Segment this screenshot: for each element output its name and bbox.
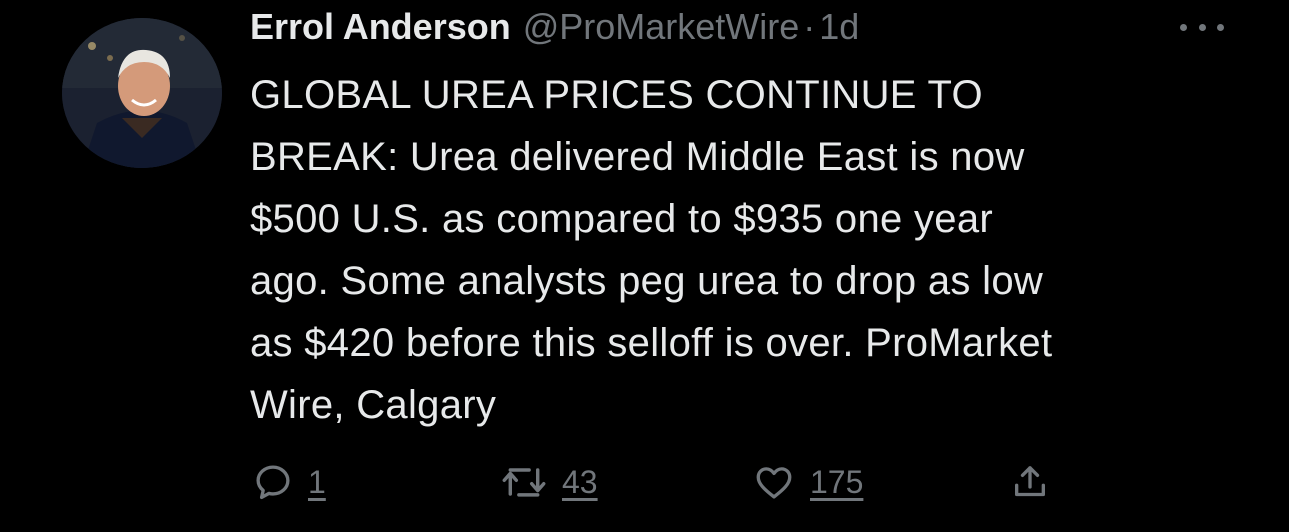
retweet-count[interactable]: 43 [562, 464, 598, 501]
more-horizontal-icon [1180, 23, 1187, 31]
tweet-text-line: as $420 before this selloff is over. Pro… [250, 321, 1053, 365]
heart-icon [752, 461, 796, 503]
author-handle[interactable]: @ProMarketWire [523, 6, 800, 48]
tweet-text-line: GLOBAL UREA PRICES CONTINUE TO [250, 73, 983, 117]
retweet-button[interactable]: 43 [500, 456, 598, 508]
avatar-image [62, 18, 222, 168]
more-options-button[interactable] [1180, 12, 1224, 42]
like-count[interactable]: 175 [810, 464, 863, 501]
retweet-icon [500, 461, 548, 503]
tweet-text-line: $500 U.S. as compared to $935 one year [250, 197, 993, 241]
tweet-text-line: BREAK: Urea delivered Middle East is now [250, 135, 1025, 179]
share-icon [1010, 461, 1050, 503]
more-horizontal-icon-dot [1198, 23, 1206, 31]
tweet-text-line: ago. Some analysts peg urea to drop as l… [250, 259, 1044, 303]
tweet-time[interactable]: 1d [819, 6, 859, 48]
tweet-actions: 1 43 175 [252, 456, 1112, 508]
tweet-text: GLOBAL UREA PRICES CONTINUE TO BREAK: Ur… [250, 64, 1250, 436]
more-horizontal-icon-dot [1217, 23, 1224, 31]
share-button[interactable] [1010, 456, 1050, 508]
author-name[interactable]: Errol Anderson [250, 6, 511, 48]
reply-button[interactable]: 1 [252, 456, 326, 508]
reply-count[interactable]: 1 [308, 464, 326, 501]
tweet-header: Errol Anderson @ProMarketWire · 1d [250, 6, 859, 52]
tweet[interactable]: Errol Anderson @ProMarketWire · 1d GLOBA… [0, 0, 1289, 532]
tweet-text-line: Wire, Calgary [250, 383, 497, 427]
separator-dot: · [803, 6, 816, 47]
reply-icon [252, 461, 294, 503]
like-button[interactable]: 175 [752, 456, 863, 508]
avatar[interactable] [62, 18, 222, 168]
